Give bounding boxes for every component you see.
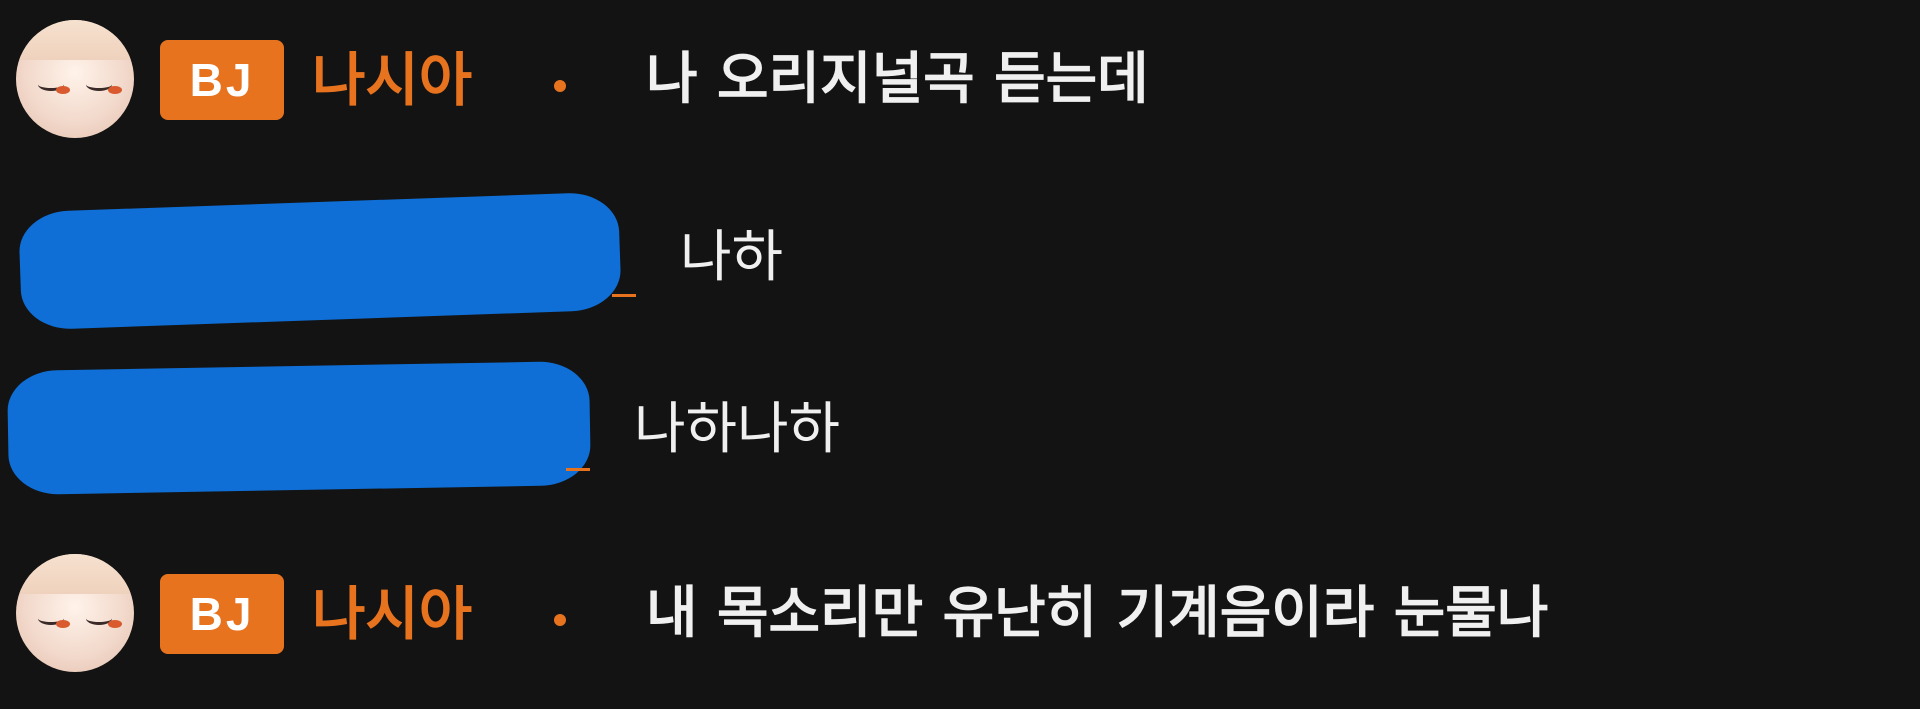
separator-dot [554, 80, 566, 92]
chat-message: 나하나하 [0, 356, 1920, 496]
chat-log: BJ 나시아 나 오리지널곡 듣는데 나하 나하나하 BJ 나시아 내 목소리만… [0, 0, 1920, 709]
separator-dot [554, 614, 566, 626]
streamer-avatar[interactable] [16, 554, 134, 672]
message-text: 나하 [680, 225, 784, 290]
redacted-username [18, 191, 622, 331]
avatar-blush [108, 86, 122, 94]
bj-badge: BJ [160, 40, 284, 120]
nickname-underscore [566, 468, 590, 471]
streamer-avatar[interactable] [16, 20, 134, 138]
bj-badge: BJ [160, 574, 284, 654]
avatar-blush [56, 86, 70, 94]
redacted-username [6, 360, 592, 496]
chat-message: BJ 나시아 나 오리지널곡 듣는데 [0, 18, 1920, 158]
avatar-hair [16, 20, 134, 60]
message-text: 내 목소리만 유난히 기계음이라 눈물나 [646, 581, 1549, 646]
avatar-blush [56, 620, 70, 628]
message-text: 나 오리지널곡 듣는데 [646, 47, 1149, 112]
avatar-blush [108, 620, 122, 628]
chat-message: BJ 나시아 내 목소리만 유난히 기계음이라 눈물나 [0, 554, 1920, 694]
chat-message: 나하 [0, 190, 1920, 331]
username[interactable]: 나시아 [312, 574, 472, 654]
username[interactable]: 나시아 [312, 40, 472, 120]
message-text: 나하나하 [634, 397, 841, 462]
nickname-underscore [612, 294, 636, 297]
avatar-hair [16, 554, 134, 594]
